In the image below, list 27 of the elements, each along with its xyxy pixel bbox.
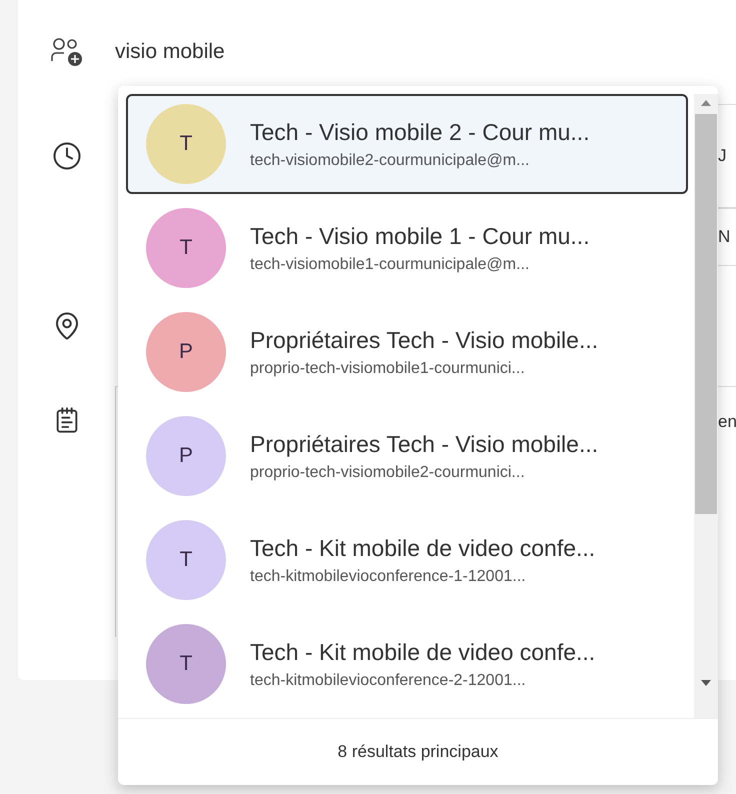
suggestion-name: Tech - Visio mobile 1 - Cour mu... [250, 222, 590, 250]
clock-icon [52, 141, 82, 171]
avatar: T [146, 104, 226, 184]
suggestion-email: tech-visiomobile2-courmunicipale@m... [250, 152, 530, 170]
suggestion-email: tech-kitmobilevioconference-2-12001... [250, 672, 527, 690]
avatar: T [146, 520, 226, 600]
add-people-icon [50, 37, 84, 67]
attendees-input[interactable]: visio mobile [115, 40, 415, 64]
avatar: T [146, 208, 226, 288]
suggestion-name: Propriétaires Tech - Visio mobile... [250, 326, 598, 354]
suggestion-name: Tech - Kit mobile de video confe... [250, 638, 596, 666]
suggestion-email: tech-visiomobile1-courmunicipale@m... [250, 256, 530, 274]
suggestion-name: Tech - Visio mobile 2 - Cour mu... [250, 118, 590, 146]
suggestion-name: Tech - Kit mobile de video confe... [250, 534, 596, 562]
suggestion-email: proprio-tech-visiomobile2-courmunici... [250, 464, 526, 482]
suggestion-item[interactable]: T Tech - Visio mobile 2 - Cour mu... tech-visiomobile2-courmunicipale@m... [126, 94, 688, 194]
scroll-down-icon[interactable] [700, 678, 712, 688]
notes-text: en [718, 411, 736, 433]
results-count: 8 résultats principaux [338, 742, 498, 762]
avatar: P [146, 416, 226, 496]
scrollbar[interactable] [694, 94, 718, 718]
suggestion-name: Propriétaires Tech - Visio mobile... [250, 430, 598, 458]
suggestion-email: proprio-tech-visiomobile1-courmunici... [250, 360, 526, 378]
scroll-up-icon[interactable] [700, 98, 712, 108]
avatar: P [146, 312, 226, 392]
avatar: T [146, 624, 226, 704]
suggestion-email: tech-kitmobilevioconference-1-12001... [250, 568, 527, 586]
